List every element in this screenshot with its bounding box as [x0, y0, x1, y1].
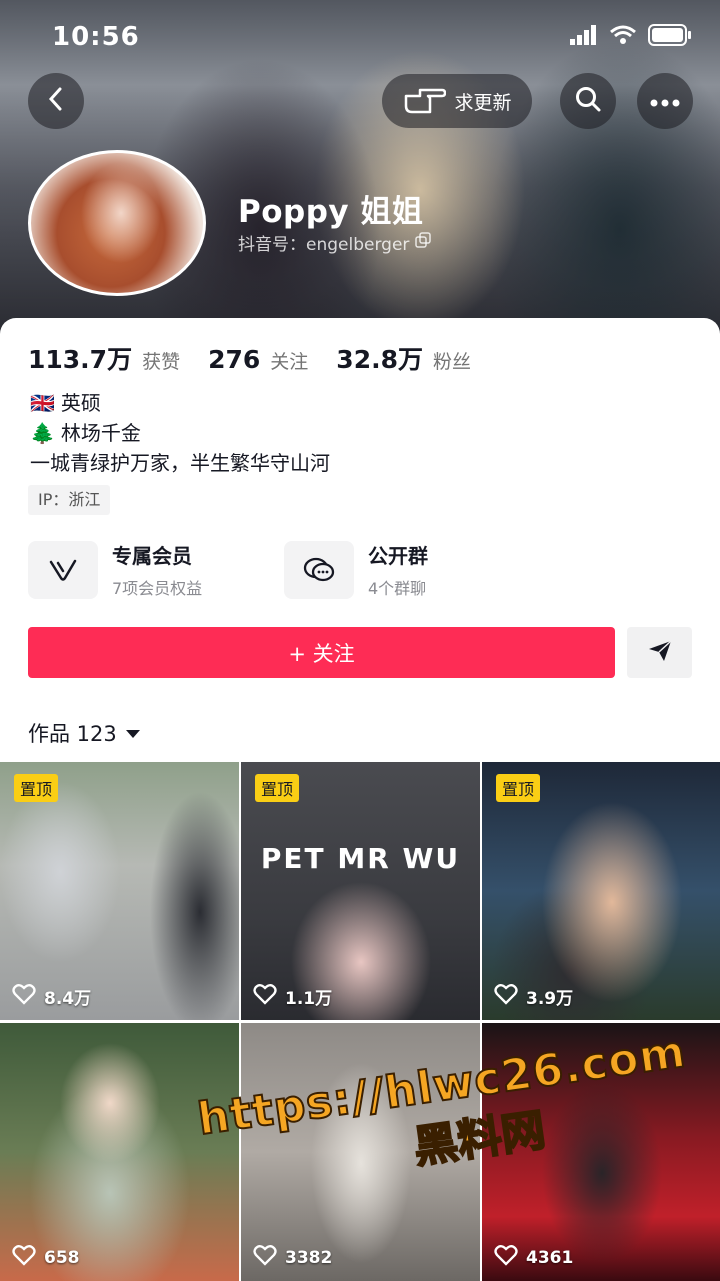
- status-time: 10:56: [52, 22, 140, 52]
- group-chat-title: 公开群: [368, 544, 428, 568]
- group-chat-subtitle: 4个群聊: [368, 579, 427, 598]
- video-grid: 置顶 8.4万 置顶 PET MR WU 1.1万 置顶 3.9万 658 33…: [0, 762, 720, 1281]
- status-icons: [570, 24, 692, 50]
- signal-icon: [570, 25, 598, 49]
- follow-button[interactable]: + 关注: [28, 627, 615, 678]
- member-icon: [28, 540, 98, 599]
- video-tile[interactable]: 置顶 PET MR WU 1.1万: [241, 762, 480, 1020]
- heart-icon: [12, 1244, 36, 1271]
- video-likes: 1.1万: [253, 983, 332, 1010]
- request-update-button[interactable]: 求更新: [382, 74, 532, 128]
- request-update-label: 求更新: [454, 91, 512, 114]
- video-likes-count: 4361: [526, 1247, 574, 1268]
- stats-row: 113.7万 获赞 276 关注 32.8万 粉丝: [28, 340, 499, 376]
- heart-icon: [253, 1244, 277, 1271]
- stat-likes-label: 获赞: [142, 351, 181, 373]
- avatar-image: [28, 150, 206, 296]
- stat-followers-label: 粉丝: [432, 351, 471, 373]
- status-bar: 10:56: [0, 0, 720, 70]
- video-likes-count: 3.9万: [526, 989, 574, 1009]
- pointing-hand-icon: [402, 82, 447, 121]
- bio-line-1-text: 英硕: [60, 391, 101, 415]
- more-button[interactable]: [637, 73, 693, 129]
- avatar[interactable]: [28, 150, 206, 296]
- member-entry[interactable]: 专属会员 7项会员权益: [28, 540, 202, 599]
- bio-line-3: 一城青绿护万家，半生繁华守山河: [30, 448, 330, 478]
- ip-location-tag: IP：浙江: [28, 485, 111, 515]
- bio-line-2: 🌲 林场千金: [30, 418, 330, 448]
- more-dots-icon: [650, 92, 680, 111]
- pinned-badge: 置顶: [14, 774, 59, 802]
- search-icon: [574, 85, 602, 117]
- paper-plane-icon: [647, 639, 673, 667]
- heart-icon: [253, 983, 277, 1010]
- video-likes: 658: [12, 1244, 80, 1271]
- pinned-badge: 置顶: [255, 774, 300, 802]
- member-subtitle: 7项会员权益: [112, 579, 203, 598]
- heart-icon: [12, 983, 36, 1010]
- member-title: 专属会员: [112, 544, 192, 568]
- video-likes-count: 8.4万: [44, 989, 92, 1009]
- group-chat-icon: [284, 540, 354, 599]
- bio-line-3-text: 一城青绿护万家，半生繁华守山河: [30, 451, 330, 475]
- video-likes: 3382: [253, 1244, 332, 1271]
- video-likes: 3.9万: [494, 983, 573, 1010]
- battery-icon: [648, 24, 692, 50]
- stat-following-value: 276: [208, 345, 261, 374]
- heart-icon: [494, 983, 518, 1010]
- video-likes-count: 3382: [285, 1247, 333, 1268]
- stat-followers-value: 32.8万: [336, 345, 423, 374]
- douyin-id-text: 抖音号：engelberger: [238, 235, 410, 255]
- video-tile[interactable]: 置顶 3.9万: [482, 762, 720, 1020]
- video-likes: 8.4万: [12, 983, 91, 1010]
- stat-followers[interactable]: 32.8万 粉丝: [336, 340, 471, 376]
- username: Poppy 姐姐: [238, 194, 424, 230]
- chevron-left-icon: [45, 86, 67, 116]
- group-chat-entry[interactable]: 公开群 4个群聊: [284, 540, 428, 599]
- stat-following-label: 关注: [270, 351, 309, 373]
- tree-icon: 🌲: [30, 421, 55, 445]
- stat-likes: 113.7万 获赞: [28, 340, 180, 376]
- send-message-button[interactable]: [627, 627, 692, 678]
- works-tab[interactable]: 作品 123: [28, 718, 141, 748]
- video-tile[interactable]: 置顶 8.4万: [0, 762, 239, 1020]
- stat-likes-value: 113.7万: [28, 345, 133, 374]
- pinned-badge: 置顶: [496, 774, 541, 802]
- heart-icon: [494, 1244, 518, 1271]
- bio: 🇬🇧 英硕 🌲 林场千金 一城青绿护万家，半生繁华守山河: [30, 388, 330, 478]
- search-button[interactable]: [560, 73, 616, 129]
- video-likes-count: 658: [44, 1247, 80, 1268]
- stat-following[interactable]: 276 关注: [208, 345, 308, 374]
- video-likes: 4361: [494, 1244, 573, 1271]
- douyin-id[interactable]: 抖音号：engelberger: [238, 230, 432, 255]
- wifi-icon: [610, 25, 636, 49]
- uk-flag-icon: 🇬🇧: [30, 391, 55, 415]
- video-likes-count: 1.1万: [285, 989, 333, 1009]
- back-button[interactable]: [28, 73, 84, 129]
- bio-line-1: 🇬🇧 英硕: [30, 388, 330, 418]
- works-tab-label: 作品 123: [28, 722, 117, 746]
- video-overlay-text: PET MR WU: [260, 842, 461, 875]
- bio-line-2-text: 林场千金: [60, 421, 141, 445]
- caret-down-icon: [125, 721, 141, 745]
- copy-icon[interactable]: [415, 232, 432, 253]
